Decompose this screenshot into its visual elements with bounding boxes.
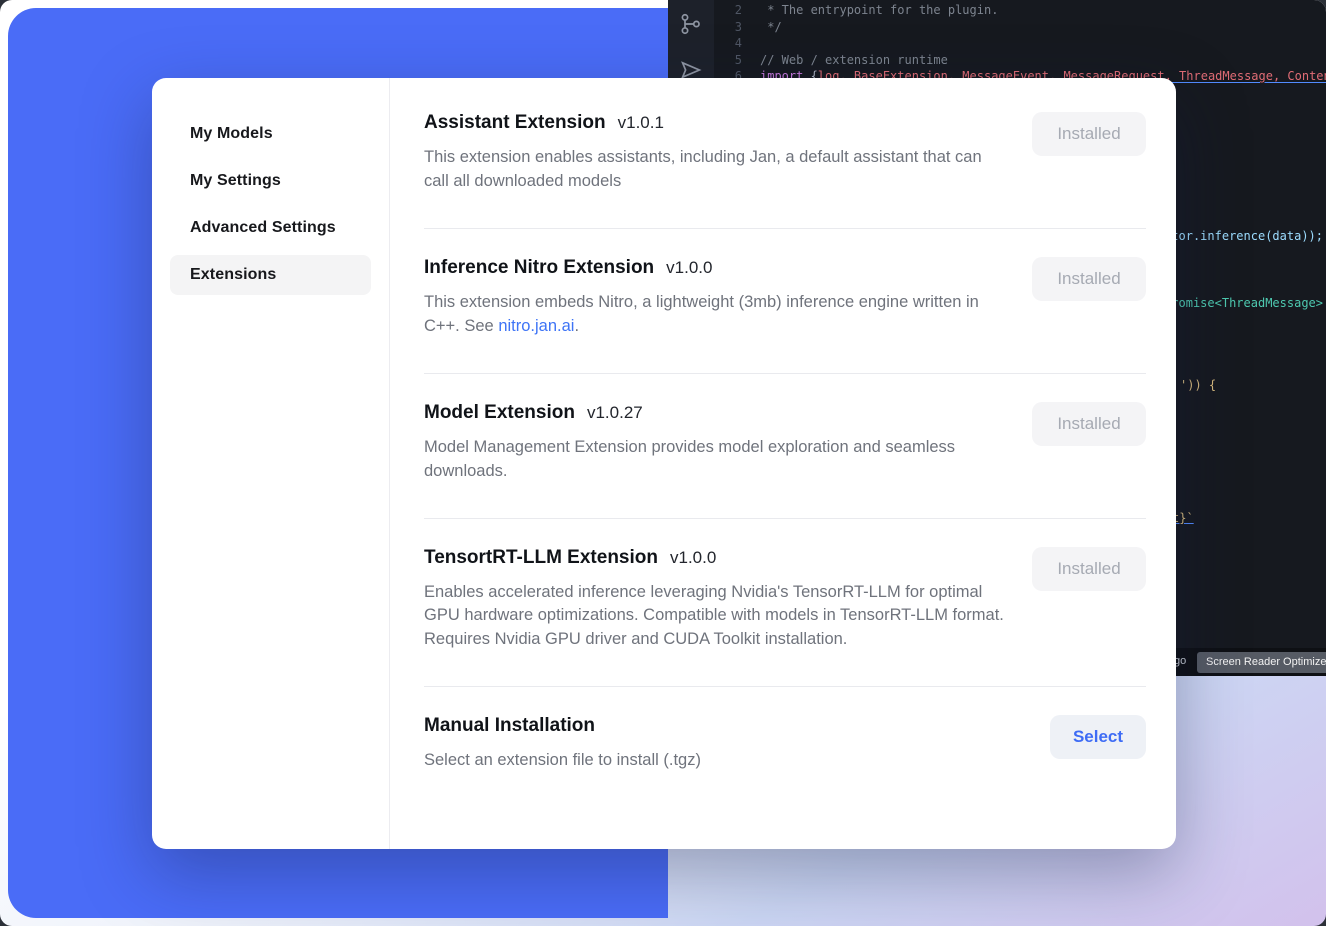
installed-button-tensorrt[interactable]: Installed	[1032, 547, 1146, 591]
installed-button-model[interactable]: Installed	[1032, 402, 1146, 446]
section-title-row: TensortRT-LLM Extension v1.0.0	[424, 547, 1004, 569]
code-text: * The entrypoint for the plugin.	[760, 2, 998, 19]
installed-button-nitro[interactable]: Installed	[1032, 257, 1146, 301]
extension-section-nitro: Inference Nitro Extension v1.0.0 This ex…	[424, 229, 1146, 374]
settings-modal: My Models My Settings Advanced Settings …	[152, 78, 1176, 849]
section-text: Assistant Extension v1.0.1 This extensio…	[424, 112, 1004, 194]
section-text: Manual Installation Select an extension …	[424, 715, 701, 773]
page-background: 2 * The entrypoint for the plugin. 3 */ …	[0, 0, 1326, 926]
extension-title: TensortRT-LLM Extension	[424, 547, 658, 569]
sidebar-item-my-settings[interactable]: My Settings	[170, 161, 371, 201]
select-button[interactable]: Select	[1050, 715, 1146, 759]
sidebar-item-extensions[interactable]: Extensions	[170, 255, 371, 295]
code-line: 2 * The entrypoint for the plugin.	[714, 2, 1326, 19]
section-text: Model Extension v1.0.27 Model Management…	[424, 402, 1004, 484]
code-text: */	[760, 19, 782, 36]
section-text: TensortRT-LLM Extension v1.0.0 Enables a…	[424, 547, 1004, 653]
extension-description: Enables accelerated inference leveraging…	[424, 581, 1004, 653]
installed-button-assistant[interactable]: Installed	[1032, 112, 1146, 156]
extensions-list: Assistant Extension v1.0.1 This extensio…	[390, 78, 1176, 849]
section-text: Inference Nitro Extension v1.0.0 This ex…	[424, 257, 1004, 339]
extension-title: Model Extension	[424, 402, 575, 424]
extension-version: v1.0.1	[618, 113, 664, 133]
extension-description: This extension enables assistants, inclu…	[424, 146, 1004, 194]
extension-description: Model Management Extension provides mode…	[424, 436, 1004, 484]
screen-reader-chip: Screen Reader Optimize	[1197, 652, 1326, 673]
extension-section-tensorrt: TensortRT-LLM Extension v1.0.0 Enables a…	[424, 519, 1146, 688]
section-title-row: Manual Installation	[424, 715, 701, 737]
sidebar-item-my-models[interactable]: My Models	[170, 114, 371, 154]
extension-version: v1.0.27	[587, 403, 643, 423]
section-title-row: Assistant Extension v1.0.1	[424, 112, 1004, 134]
nitro-link[interactable]: nitro.jan.ai	[498, 317, 574, 335]
manual-installation-section: Manual Installation Select an extension …	[424, 687, 1146, 797]
description-text: .	[574, 317, 579, 335]
extension-title: Assistant Extension	[424, 112, 606, 134]
line-number: 2	[714, 2, 742, 19]
section-title-row: Model Extension v1.0.27	[424, 402, 1004, 424]
manual-installation-title: Manual Installation	[424, 715, 595, 737]
code-line: 4	[714, 35, 1326, 52]
code-line: 5 // Web / extension runtime	[714, 52, 1326, 69]
code-text: // Web / extension runtime	[760, 52, 948, 69]
line-number: 4	[714, 35, 742, 52]
manual-installation-description: Select an extension file to install (.tg…	[424, 749, 701, 773]
code-fragment: ')) {	[1180, 378, 1216, 392]
settings-sidebar: My Models My Settings Advanced Settings …	[152, 78, 390, 849]
extension-version: v1.0.0	[670, 548, 716, 568]
line-number: 5	[714, 52, 742, 69]
code-fragment: Promise<ThreadMessage>	[1164, 296, 1323, 310]
code-fragment: rator.inference(data));	[1157, 229, 1323, 243]
extension-description: This extension embeds Nitro, a lightweig…	[424, 291, 1004, 339]
code-line: 3 */	[714, 19, 1326, 36]
extension-section-assistant: Assistant Extension v1.0.1 This extensio…	[424, 84, 1146, 229]
section-title-row: Inference Nitro Extension v1.0.0	[424, 257, 1004, 279]
extension-section-model: Model Extension v1.0.27 Model Management…	[424, 374, 1146, 519]
line-number: 3	[714, 19, 742, 36]
code-lines: 2 * The entrypoint for the plugin. 3 */ …	[714, 2, 1326, 85]
extension-version: v1.0.0	[666, 258, 712, 278]
sidebar-item-advanced-settings[interactable]: Advanced Settings	[170, 208, 371, 248]
extension-title: Inference Nitro Extension	[424, 257, 654, 279]
git-branch-icon	[679, 12, 703, 36]
